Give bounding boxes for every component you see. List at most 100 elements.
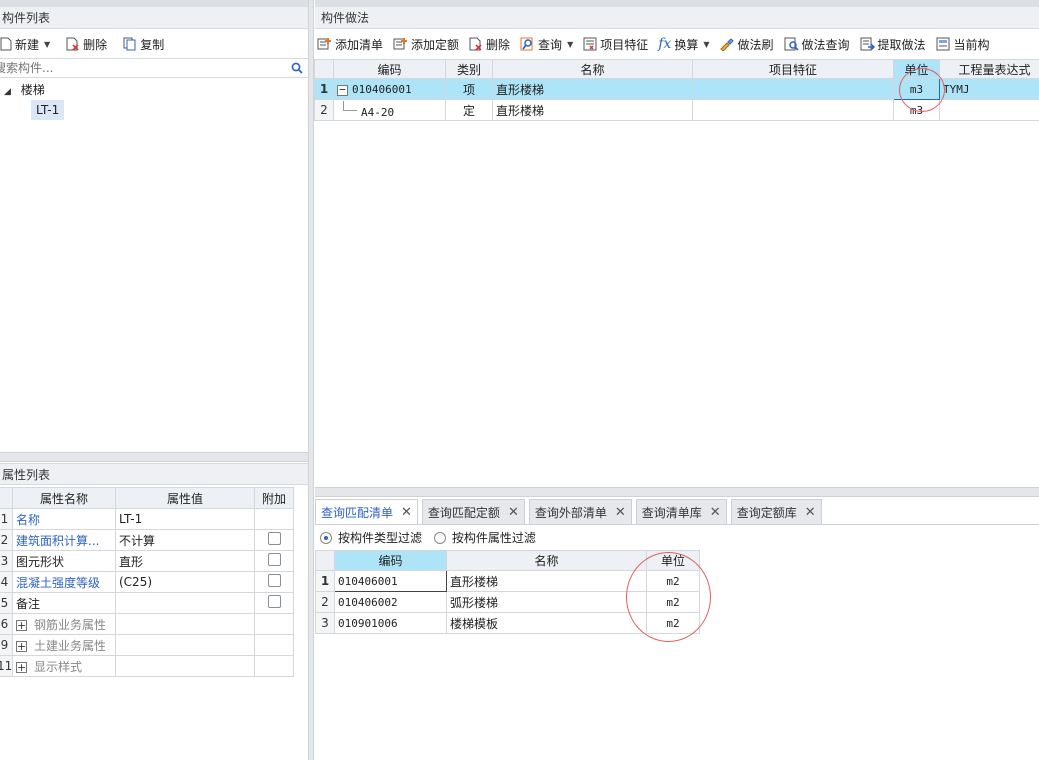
name-cell[interactable]: 直形楼梯 <box>492 99 693 121</box>
close-icon[interactable]: ✕ <box>710 505 721 520</box>
search-input[interactable] <box>0 59 274 77</box>
row-number: 3 <box>315 612 335 634</box>
property-name[interactable]: + 土建业务属性 <box>12 634 116 656</box>
row-number: 4 <box>0 571 13 593</box>
left-splitter[interactable] <box>0 452 308 462</box>
new-icon <box>0 37 12 51</box>
property-name[interactable]: 建筑面积计算... <box>12 529 116 551</box>
code-cell[interactable]: 010901006 <box>334 612 447 634</box>
code-cell[interactable]: 010406002 <box>334 591 447 613</box>
search-icon[interactable] <box>291 62 303 74</box>
annotation-circle <box>626 552 711 642</box>
code-cell[interactable]: 010406001 <box>334 570 447 592</box>
property-value[interactable] <box>115 613 255 635</box>
property-row[interactable]: 6 + 钢筋业务属性 <box>0 613 294 635</box>
row-number: 2 <box>0 529 13 551</box>
column-header: 属性值 <box>115 487 255 509</box>
attach-cell[interactable] <box>254 550 294 572</box>
property-row[interactable]: 4 混凝土强度等级 (C25) <box>0 571 294 593</box>
attach-cell[interactable] <box>254 571 294 593</box>
property-name[interactable]: 备注 <box>12 592 116 614</box>
property-value[interactable] <box>115 634 255 656</box>
attach-checkbox[interactable] <box>267 595 281 608</box>
expand-plus-icon[interactable]: + <box>16 640 27 652</box>
extract-method-button[interactable]: 提取做法 <box>860 36 926 53</box>
corner-cell <box>314 59 334 79</box>
property-row[interactable]: 3 图元形状 直形 <box>0 550 294 572</box>
new-button[interactable]: 新建 ▼ <box>0 36 50 53</box>
feature-cell[interactable] <box>692 78 894 100</box>
current-icon <box>936 37 951 51</box>
chevron-down-icon: ▼ <box>703 39 710 49</box>
attach-cell[interactable] <box>254 529 294 551</box>
name-cell[interactable]: 楼梯模板 <box>446 612 647 634</box>
method-query-icon <box>784 37 799 51</box>
close-icon[interactable]: ✕ <box>615 505 626 520</box>
current-component-button[interactable]: 当前构 <box>936 36 990 53</box>
property-name[interactable]: + 显示样式 <box>12 655 116 677</box>
name-cell[interactable]: 弧形楼梯 <box>446 591 647 613</box>
tab-list-library[interactable]: 查询清单库 ✕ <box>635 499 727 524</box>
tab-match-list[interactable]: 查询匹配清单 ✕ <box>315 499 418 524</box>
top-strip-left <box>0 0 308 7</box>
property-row[interactable]: 2 建筑面积计算... 不计算 <box>0 529 294 551</box>
method-query-button[interactable]: 做法查询 <box>784 36 850 53</box>
delete-button[interactable]: 删除 <box>66 36 107 53</box>
property-value[interactable]: 直形 <box>115 550 255 572</box>
add-quota-button[interactable]: 添加定额 <box>393 36 459 53</box>
copy-button[interactable]: 复制 <box>123 36 164 53</box>
property-value[interactable]: LT-1 <box>115 508 255 530</box>
tree-item-lt-1[interactable]: LT-1 <box>31 100 65 120</box>
property-row[interactable]: 1 名称 LT-1 <box>0 508 294 530</box>
property-name[interactable]: + 钢筋业务属性 <box>12 613 116 635</box>
type-cell[interactable]: 项 <box>445 78 493 100</box>
filter-by-attr-radio[interactable]: 按构件属性过滤 <box>433 531 536 545</box>
close-icon[interactable]: ✕ <box>508 505 519 520</box>
tree-root-楼梯[interactable]: ◢ 楼梯 <box>4 81 45 98</box>
column-header-type: 类别 <box>445 59 493 79</box>
feature-button[interactable]: 项目特征 <box>583 36 648 53</box>
property-name[interactable]: 名称 <box>12 508 116 530</box>
right-splitter[interactable] <box>315 487 1039 497</box>
add-list-button[interactable]: 添加清单 <box>317 36 383 53</box>
code-cell[interactable]: A4-20 <box>333 99 446 121</box>
property-value[interactable]: 不计算 <box>115 529 255 551</box>
expand-plus-icon[interactable]: + <box>16 619 27 631</box>
property-row[interactable]: 9 + 土建业务属性 <box>0 634 294 656</box>
property-name[interactable]: 混凝土强度等级 <box>12 571 116 593</box>
attach-checkbox[interactable] <box>267 532 281 545</box>
name-cell[interactable]: 直形楼梯 <box>446 570 647 592</box>
tab-external-list[interactable]: 查询外部清单 ✕ <box>528 499 632 524</box>
property-value[interactable]: (C25) <box>115 571 255 593</box>
code-cell[interactable]: −010406001 <box>333 78 446 100</box>
query-button[interactable]: 查询 ▼ <box>520 36 573 53</box>
tree-line <box>343 101 357 111</box>
attach-cell <box>254 613 294 635</box>
name-cell[interactable]: 直形楼梯 <box>492 78 693 100</box>
type-cell[interactable]: 定 <box>445 99 493 121</box>
property-row[interactable]: 11+显示样式 <box>0 655 294 677</box>
collapse-icon[interactable]: − <box>337 84 348 96</box>
expr-cell[interactable] <box>939 99 1039 121</box>
filter-by-type-radio[interactable]: 按构件类型过滤 <box>320 531 422 545</box>
tab-quota-library[interactable]: 查询定额库 ✕ <box>730 499 822 524</box>
expand-plus-icon[interactable]: + <box>16 661 27 673</box>
expr-cell[interactable]: TYMJ <box>939 78 1039 100</box>
attach-cell[interactable] <box>254 592 294 614</box>
row-number: 1 <box>315 570 335 592</box>
convert-button[interactable]: fx 换算 ▼ <box>658 36 709 53</box>
property-value[interactable] <box>115 592 255 614</box>
attach-checkbox[interactable] <box>267 553 281 566</box>
delete-icon <box>66 37 79 51</box>
property-value[interactable] <box>115 655 255 677</box>
property-row[interactable]: 5 备注 <box>0 592 294 614</box>
component-list-toolbar: 新建 ▼ 删除 复制 <box>0 30 308 58</box>
method-brush-button[interactable]: 做法刷 <box>719 36 774 53</box>
feature-cell[interactable] <box>692 99 894 121</box>
close-icon[interactable]: ✕ <box>401 505 412 520</box>
close-icon[interactable]: ✕ <box>805 505 816 520</box>
delete-button[interactable]: 删除 <box>469 36 510 53</box>
attach-checkbox[interactable] <box>267 574 281 587</box>
tab-match-quota[interactable]: 查询匹配定额 ✕ <box>421 499 525 524</box>
property-name[interactable]: 图元形状 <box>12 550 116 572</box>
